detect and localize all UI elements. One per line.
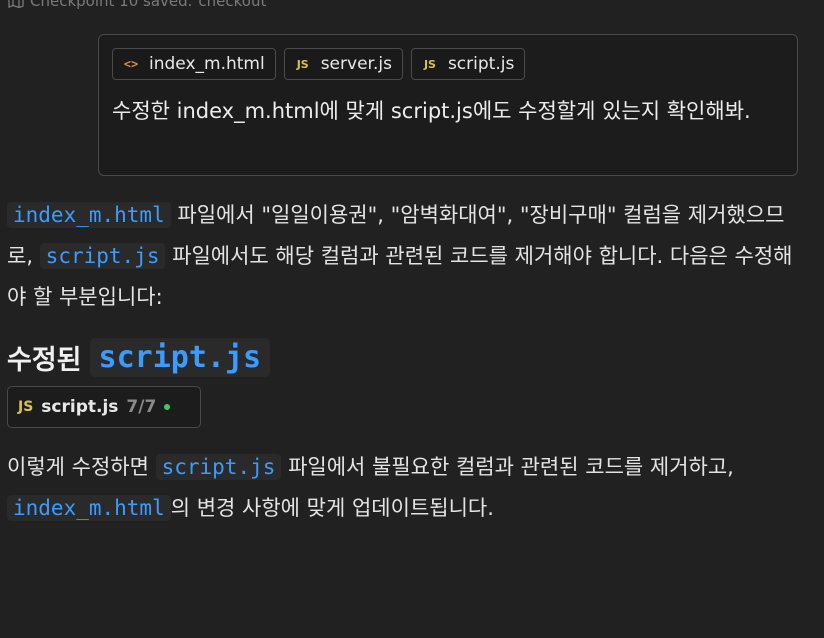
section-heading: 수정된 script.js — [7, 332, 271, 382]
inline-code: index_m.html — [7, 202, 171, 228]
checkpoint-bar: Checkpoint 10 saved. checkout — [8, 0, 266, 10]
heading-text: 수정된 — [7, 344, 82, 376]
code-file-card[interactable]: JS script.js 7/7 — [7, 386, 201, 428]
chip-label: index_m.html — [149, 54, 265, 74]
context-chip-server-js[interactable]: JS server.js — [283, 48, 403, 80]
map-icon — [8, 0, 24, 8]
context-chips: <> index_m.html JS server.js JS script.j… — [112, 48, 526, 80]
js-icon: JS — [423, 57, 436, 71]
status-dot-icon — [164, 404, 171, 410]
checkpoint-text: Checkpoint 10 saved. — [30, 0, 193, 10]
edit-count: 7/7 — [126, 397, 157, 417]
paragraph-text: 의 변경 사항에 맞게 업데이트됩니다. — [170, 496, 494, 520]
paragraph-text: 이렇게 수정하면 — [7, 455, 156, 479]
chip-label: server.js — [320, 54, 392, 74]
inline-code: script.js — [39, 243, 166, 269]
heading-code: script.js — [89, 337, 271, 377]
response-paragraph-2: 이렇게 수정하면 script.js 파일에서 불필요한 컬럼과 관련된 코드를… — [7, 447, 797, 529]
chat-panel: Checkpoint 10 saved. checkout <> index_m… — [0, 0, 824, 638]
inline-code: index_m.html — [7, 495, 171, 521]
js-icon: JS — [296, 57, 309, 71]
code-icon: <> — [123, 57, 139, 71]
context-chip-index-html[interactable]: <> index_m.html — [112, 48, 276, 80]
checkout-link[interactable]: checkout — [198, 0, 266, 10]
inline-code: script.js — [155, 454, 282, 480]
js-icon: JS — [18, 399, 34, 415]
chip-label: script.js — [447, 54, 515, 74]
response-paragraph-1: index_m.html 파일에서 "일일이용권", "암벽화대여", "장비구… — [7, 195, 797, 318]
context-chip-script-js[interactable]: JS script.js — [410, 48, 526, 80]
file-name: script.js — [41, 397, 119, 417]
prompt-message: 수정한 index_m.html에 맞게 script.js에도 수정할게 있는… — [112, 99, 751, 123]
paragraph-text: 파일에서 불필요한 컬럼과 관련된 코드를 제거하고, — [281, 455, 734, 479]
user-prompt-box: <> index_m.html JS server.js JS script.j… — [98, 34, 798, 176]
